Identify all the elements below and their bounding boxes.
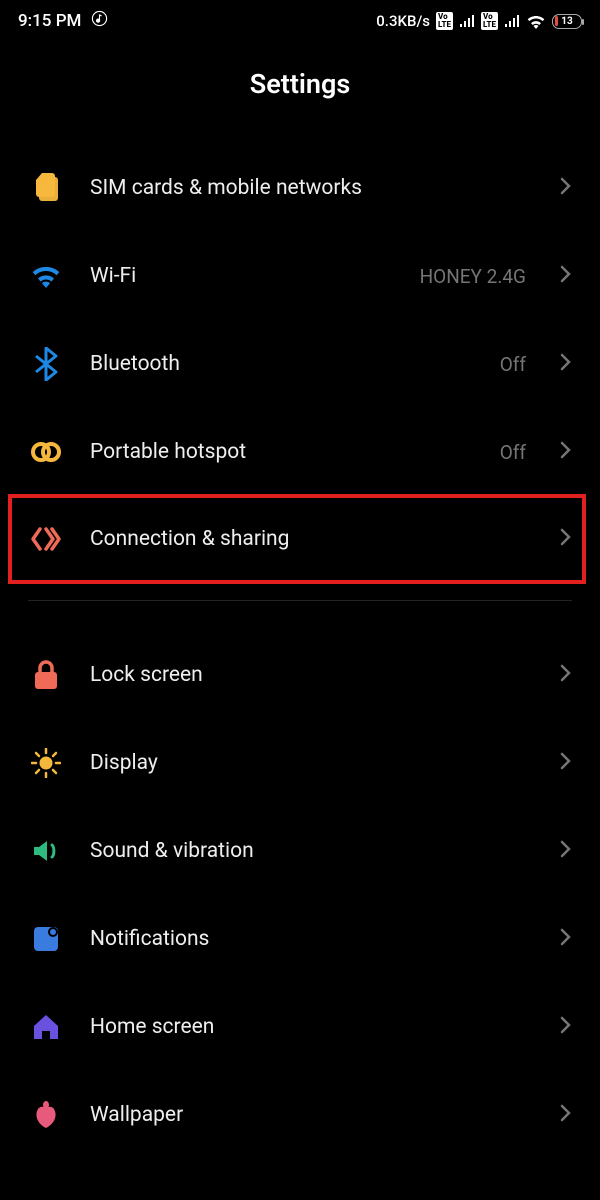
hotspot-icon	[28, 440, 64, 464]
music-icon	[91, 10, 108, 32]
display-sun-icon	[28, 748, 64, 778]
bluetooth-icon	[28, 347, 64, 381]
row-display[interactable]: Display	[28, 719, 572, 807]
row-label: Wi-Fi	[90, 264, 394, 288]
wallpaper-icon	[28, 1100, 64, 1130]
connection-sharing-icon	[28, 525, 64, 553]
chevron-right-icon	[560, 664, 572, 686]
row-label: Lock screen	[90, 663, 534, 687]
status-bar: 9:15 PM 0.3KB/s VoLTE VoLTE 13	[0, 0, 600, 38]
row-sim-cards[interactable]: SIM cards & mobile networks	[28, 144, 572, 232]
chevron-right-icon	[560, 528, 572, 550]
row-label: Bluetooth	[90, 352, 474, 376]
volte-icon-2: VoLTE	[481, 12, 498, 30]
row-label: Home screen	[90, 1015, 534, 1039]
row-label: Notifications	[90, 927, 534, 951]
volte-icon-1: VoLTE	[436, 12, 453, 30]
row-wifi[interactable]: Wi-Fi HONEY 2.4G	[28, 232, 572, 320]
chevron-right-icon	[560, 752, 572, 774]
sim-card-icon	[28, 172, 64, 204]
notifications-icon	[28, 925, 64, 953]
settings-list: SIM cards & mobile networks Wi-Fi HONEY …	[0, 144, 600, 1159]
row-home-screen[interactable]: Home screen	[28, 983, 572, 1071]
chevron-right-icon	[560, 1104, 572, 1126]
row-wallpaper[interactable]: Wallpaper	[28, 1071, 572, 1159]
chevron-right-icon	[560, 177, 572, 199]
sound-icon	[28, 837, 64, 865]
chevron-right-icon	[560, 1016, 572, 1038]
home-icon	[28, 1013, 64, 1041]
row-portable-hotspot[interactable]: Portable hotspot Off	[28, 408, 572, 496]
wifi-icon	[28, 263, 64, 289]
row-value: Off	[500, 441, 526, 464]
row-value: Off	[500, 353, 526, 376]
page-title: Settings	[0, 38, 600, 144]
chevron-right-icon	[560, 265, 572, 287]
row-notifications[interactable]: Notifications	[28, 895, 572, 983]
signal-icon-2	[504, 15, 520, 28]
wifi-status-icon	[526, 14, 546, 29]
row-value: HONEY 2.4G	[420, 265, 526, 288]
signal-icon-1	[459, 15, 475, 28]
row-sound-vibration[interactable]: Sound & vibration	[28, 807, 572, 895]
row-label: Display	[90, 751, 534, 775]
row-lock-screen[interactable]: Lock screen	[28, 631, 572, 719]
chevron-right-icon	[560, 353, 572, 375]
data-rate: 0.3KB/s	[376, 12, 430, 30]
row-label: Wallpaper	[90, 1103, 534, 1127]
chevron-right-icon	[560, 928, 572, 950]
row-label: Connection & sharing	[90, 527, 534, 551]
status-time: 9:15 PM	[18, 11, 81, 31]
row-label: SIM cards & mobile networks	[90, 176, 534, 200]
section-divider	[28, 600, 572, 601]
row-bluetooth[interactable]: Bluetooth Off	[28, 320, 572, 408]
lock-icon	[28, 659, 64, 691]
battery-icon: 13	[552, 14, 582, 29]
row-connection-sharing[interactable]: Connection & sharing	[10, 496, 584, 582]
chevron-right-icon	[560, 840, 572, 862]
row-label: Sound & vibration	[90, 839, 534, 863]
row-label: Portable hotspot	[90, 440, 474, 464]
chevron-right-icon	[560, 441, 572, 463]
